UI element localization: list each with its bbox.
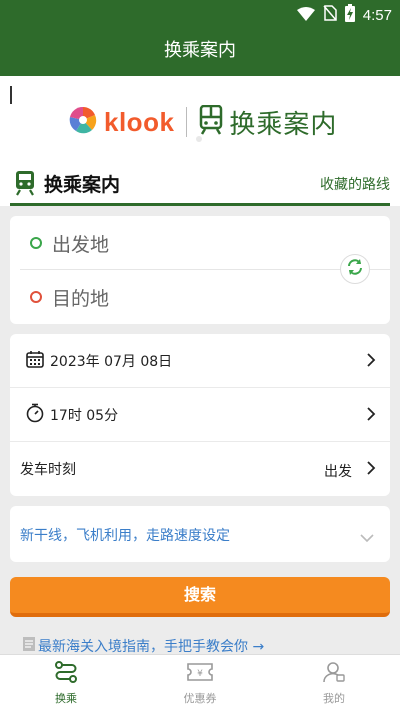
extra-settings-row[interactable]: 新干线，飞机利用，走路速度设定 xyxy=(10,506,390,562)
tab-transfer[interactable]: 换乘 xyxy=(26,661,106,706)
chevron-right-icon xyxy=(366,352,376,372)
promo-banner[interactable]: klook 换乘案内 xyxy=(0,76,400,164)
tab-label: 换乘 xyxy=(55,692,77,705)
status-time: 4:57 xyxy=(362,6,392,24)
route-card: 出发地 目的地 xyxy=(10,216,390,324)
departure-mode-row[interactable]: 发车时刻 出发 xyxy=(10,442,390,496)
status-bar: 4:57 xyxy=(0,0,400,28)
tab-mine[interactable]: 我的 xyxy=(294,661,374,706)
extra-settings-label: 新干线，飞机利用，走路速度设定 xyxy=(20,528,230,544)
destination-dot-icon xyxy=(30,291,42,303)
stopwatch-icon xyxy=(26,403,44,427)
favorites-link[interactable]: 收藏的路线 xyxy=(320,174,390,194)
departure-mode-label: 发车时刻 xyxy=(20,462,76,478)
departure-placeholder: 出发地 xyxy=(52,233,110,256)
banner-divider xyxy=(186,107,188,137)
klook-brand-text: klook xyxy=(104,106,175,137)
date-row[interactable]: 2023年 07月 08日 xyxy=(10,334,390,388)
section-header: 换乘案内 收藏的路线 xyxy=(0,164,400,206)
no-sim-icon xyxy=(323,5,337,25)
departure-mode-value: 出发 xyxy=(324,464,352,480)
search-button[interactable]: 搜索 xyxy=(10,577,390,617)
section-title: 换乘案内 xyxy=(44,174,121,196)
carousel-indicator xyxy=(196,136,202,142)
chevron-down-icon xyxy=(360,528,374,547)
carousel-edge xyxy=(10,86,12,104)
banner-product-text: 换乘案内 xyxy=(229,109,338,140)
banner-logo: klook 换乘案内 xyxy=(68,102,337,142)
bottom-tab-bar: 换乘 ¥ 优惠券 我的 xyxy=(0,654,400,710)
route-icon xyxy=(54,661,78,687)
swap-button[interactable] xyxy=(340,254,370,284)
time-value: 17时 05分 xyxy=(50,407,119,424)
tab-label: 优惠券 xyxy=(183,692,217,705)
profile-icon xyxy=(322,662,346,687)
destination-field[interactable]: 目的地 xyxy=(10,270,390,324)
tab-coupons[interactable]: ¥ 优惠券 xyxy=(160,661,240,706)
departure-dot-icon xyxy=(30,237,42,249)
svg-text:¥: ¥ xyxy=(197,669,203,679)
tab-label: 我的 xyxy=(323,692,345,705)
calendar-icon xyxy=(26,350,44,372)
chevron-right-icon xyxy=(366,406,376,426)
section-underline xyxy=(10,203,390,206)
news-link[interactable]: 最新海关入境指南，手把手教会你 → xyxy=(22,636,264,656)
app-title: 换乘案内 xyxy=(164,40,236,61)
document-icon xyxy=(22,636,36,656)
time-row[interactable]: 17时 05分 xyxy=(10,388,390,442)
train-icon xyxy=(199,104,223,139)
app-bar: 换乘案内 xyxy=(0,28,400,76)
date-value: 2023年 07月 08日 xyxy=(50,353,173,370)
coupon-icon: ¥ xyxy=(186,663,214,687)
wifi-icon xyxy=(296,6,315,25)
chevron-right-icon xyxy=(366,460,376,480)
train-icon xyxy=(14,170,36,200)
departure-field[interactable]: 出发地 xyxy=(10,216,390,270)
news-text: 最新海关入境指南，手把手教会你 → xyxy=(38,639,265,655)
status-icons: 4:57 xyxy=(296,4,392,26)
options-card: 2023年 07月 08日 17时 05分 发车时刻 出发 xyxy=(10,334,390,496)
battery-charging-icon xyxy=(344,4,355,26)
klook-logo-icon xyxy=(68,105,98,139)
destination-placeholder: 目的地 xyxy=(52,287,110,310)
swap-icon xyxy=(346,258,364,280)
